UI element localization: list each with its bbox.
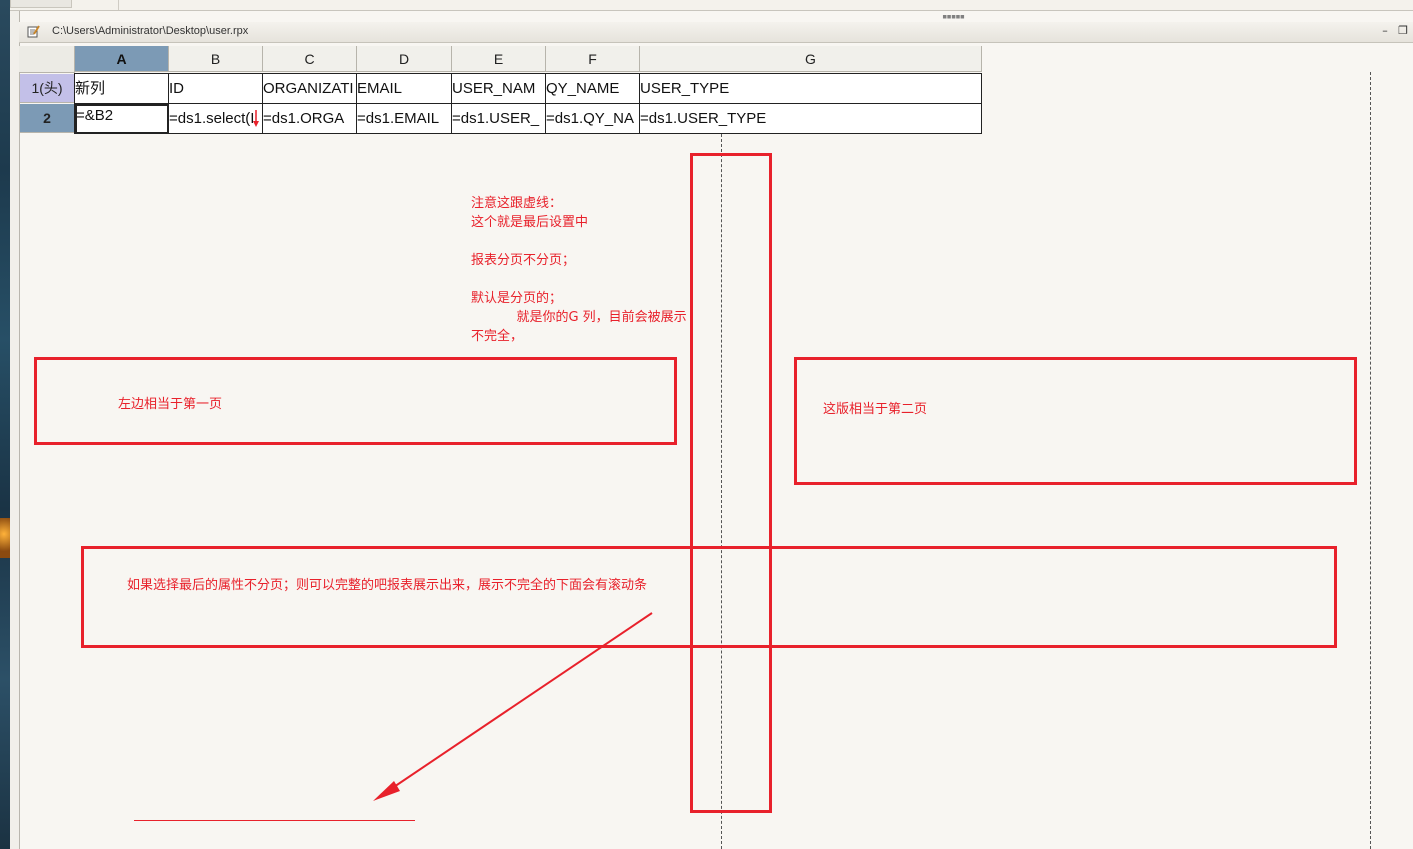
row-header-2[interactable]: 2 [20, 104, 74, 133]
no-paging-note: 如果选择最后的属性不分页；则可以完整的吧报表展示出来，展示不完全的下面会有滚动条 [127, 578, 648, 593]
left-panel-edge[interactable] [10, 0, 20, 849]
annotation-arrow-icon [373, 612, 653, 801]
column-header-e[interactable]: E [452, 46, 546, 72]
cell-b1[interactable]: ID [169, 74, 263, 104]
cell-g1[interactable]: USER_TYPE [640, 74, 982, 104]
top-tab[interactable] [10, 0, 72, 8]
top-toolbar-strip [10, 0, 1413, 11]
column-header-b[interactable]: B [169, 46, 263, 72]
dashed-line-note: 注意这跟虚线： 这个就是最后设置中 报表分页不分页； 默认是分页的； 就是你的G… [471, 196, 687, 344]
no-paging-box [81, 546, 1337, 648]
page-break-highlight-box [690, 153, 772, 813]
document-titlebar: C:\Users\Administrator\Desktop\user.rpx … [19, 22, 1413, 43]
column-header-a[interactable]: A [75, 46, 169, 72]
cell-a1[interactable]: 新列 [75, 74, 169, 104]
splitter-grip-icon[interactable]: ▪▪▪▪▪ [942, 12, 965, 22]
cell-f2[interactable]: =ds1.QY_NA [546, 104, 640, 134]
page-width-line [1370, 72, 1371, 849]
cell-e1[interactable]: USER_NAM [452, 74, 546, 104]
minimize-icon[interactable]: – [1379, 25, 1391, 37]
cell-a2[interactable]: =&B2 [75, 104, 169, 134]
column-header-c[interactable]: C [263, 46, 357, 72]
cursor-mark-icon [253, 110, 259, 127]
page-two-label: 这版相当于第二页 [823, 402, 928, 417]
cell-g2[interactable]: =ds1.USER_TYPE [640, 104, 982, 134]
restore-icon[interactable]: ❐ [1397, 25, 1409, 37]
column-header-d[interactable]: D [357, 46, 452, 72]
column-header-f[interactable]: F [546, 46, 640, 72]
page-one-label: 左边相当于第一页 [118, 397, 223, 412]
scrollbar-hint-line [134, 820, 415, 821]
report-designer-window: ▪▪▪▪▪ C:\Users\Administrator\Desktop\use… [0, 0, 1413, 849]
row-header-1[interactable]: 1(头) [20, 74, 74, 103]
report-file-icon [27, 25, 40, 38]
cell-c2[interactable]: =ds1.ORGA [263, 104, 357, 134]
top-divider [118, 0, 119, 10]
page-two-box [794, 357, 1357, 485]
cell-f1[interactable]: QY_NAME [546, 74, 640, 104]
desktop-background-strip [0, 0, 10, 849]
cell-c1[interactable]: ORGANIZATI [263, 74, 357, 104]
cell-b2[interactable]: =ds1.select(I [169, 104, 263, 134]
column-header-g[interactable]: G [640, 46, 982, 72]
cell-e2[interactable]: =ds1.USER_ [452, 104, 546, 134]
desktop-icon-fragment [0, 518, 10, 558]
document-path: C:\Users\Administrator\Desktop\user.rpx [52, 25, 249, 37]
grid-corner[interactable] [19, 46, 75, 73]
cell-d1[interactable]: EMAIL [357, 74, 452, 104]
cell-d2[interactable]: =ds1.EMAIL [357, 104, 452, 134]
